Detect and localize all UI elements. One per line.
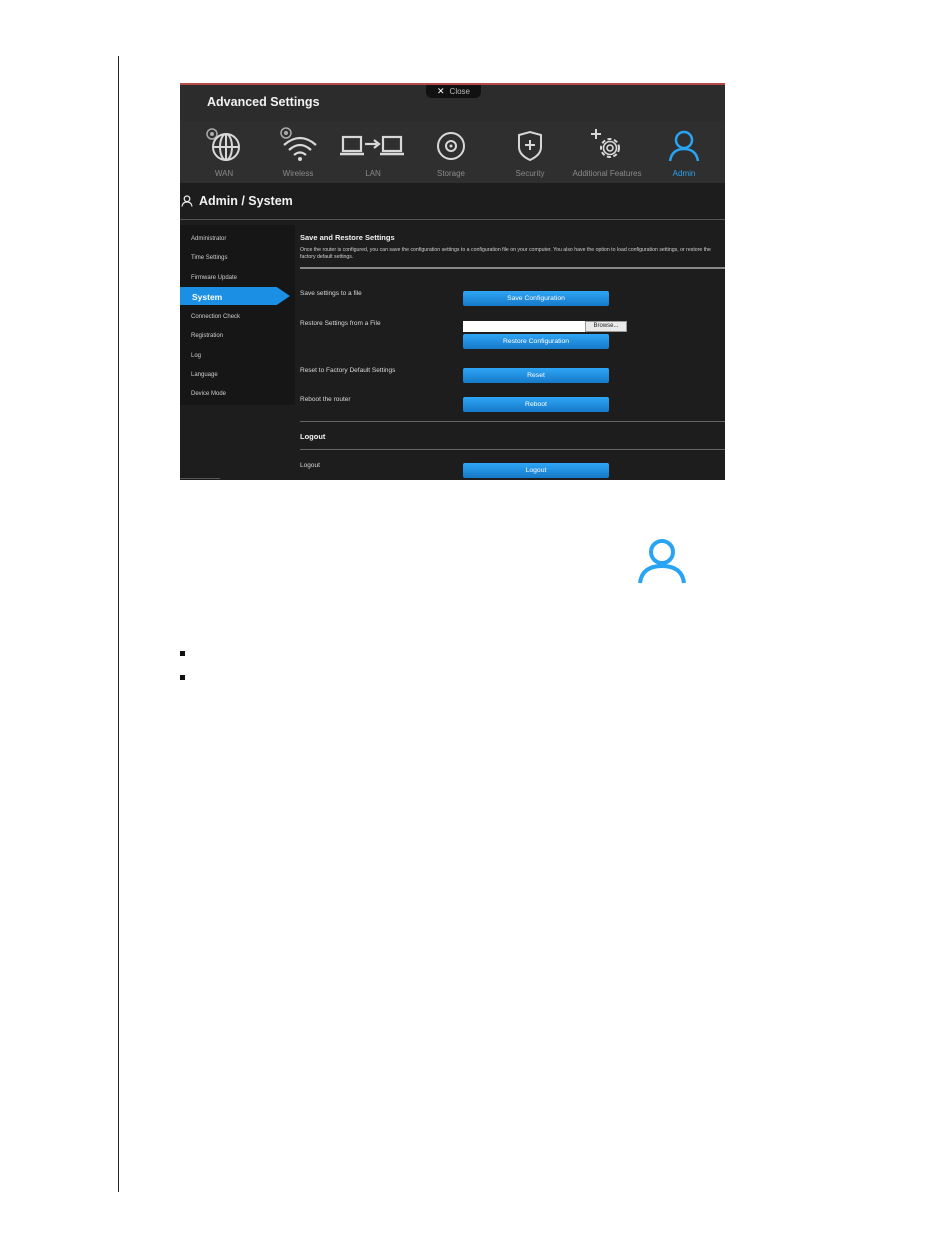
reboot-button[interactable]: Reboot xyxy=(463,397,609,412)
bullet-marker xyxy=(180,651,185,656)
nav-wireless[interactable]: Wireless xyxy=(258,121,338,183)
globe-icon xyxy=(206,128,240,161)
nav-label-storage: Storage xyxy=(436,169,466,178)
nav-security[interactable]: Security xyxy=(490,121,570,183)
logout-label: Logout xyxy=(300,462,320,469)
admin-user-icon xyxy=(638,539,686,584)
router-settings-screenshot: Advanced Settings ✕ Close WAN Wireless L… xyxy=(180,83,725,480)
title-bar: Advanced Settings ✕ Close xyxy=(180,85,725,121)
restore-configuration-button[interactable]: Restore Configuration xyxy=(463,334,609,349)
main-content: Save and Restore Settings Once the route… xyxy=(300,225,725,480)
nav-lan[interactable]: LAN xyxy=(333,121,413,183)
restore-file-input[interactable] xyxy=(463,321,585,332)
close-button[interactable]: ✕ Close xyxy=(426,85,481,98)
footer-copyright-blur: ▁▁▁▁▁▁▁▁▁▁▁▁▁ xyxy=(180,474,220,479)
shield-icon xyxy=(518,130,542,162)
section-divider xyxy=(300,267,725,269)
close-label: Close xyxy=(449,87,470,96)
section-description: Once the router is configured, you can s… xyxy=(300,247,711,260)
section-title-logout: Logout xyxy=(300,432,326,441)
logout-divider-bottom xyxy=(300,449,725,450)
sidebar-item-connection-check[interactable]: Connection Check xyxy=(191,314,240,320)
nav-wan[interactable]: WAN xyxy=(184,121,264,183)
storage-icon xyxy=(437,132,465,160)
nav-additional-features[interactable]: Additional Features xyxy=(567,121,647,183)
nav-label-wan: WAN xyxy=(214,169,234,178)
nav-storage[interactable]: Storage xyxy=(411,121,491,183)
nav-label-admin: Admin xyxy=(672,169,696,178)
nav-label-lan: LAN xyxy=(365,169,381,178)
nav-label-wireless: Wireless xyxy=(282,169,314,178)
sidebar-item-time-settings[interactable]: Time Settings xyxy=(191,255,227,261)
app-title: Advanced Settings xyxy=(207,95,320,109)
breadcrumb: Admin / System xyxy=(180,183,725,220)
sidebar-item-device-mode[interactable]: Device Mode xyxy=(191,391,226,397)
save-settings-label: Save settings to a file xyxy=(300,290,362,297)
close-icon: ✕ xyxy=(437,86,445,96)
logout-button[interactable]: Logout xyxy=(463,463,609,478)
sidebar-item-language[interactable]: Language xyxy=(191,372,218,378)
save-configuration-button[interactable]: Save Configuration xyxy=(463,291,609,306)
sidebar-item-log[interactable]: Log xyxy=(191,353,201,359)
page-margin-rule xyxy=(118,56,119,1192)
sidebar-item-administrator[interactable]: Administrator xyxy=(191,236,226,242)
user-outline-icon xyxy=(181,195,193,207)
sidebar-item-registration[interactable]: Registration xyxy=(191,333,223,339)
wifi-icon xyxy=(280,127,317,161)
logout-divider-top xyxy=(300,421,725,422)
page-title: Admin / System xyxy=(199,194,293,208)
nav-label-security: Security xyxy=(515,169,545,178)
sidebar-item-system[interactable]: System xyxy=(180,287,290,305)
nav-admin[interactable]: Admin xyxy=(644,121,724,183)
bullet-marker xyxy=(180,675,185,680)
top-nav: WAN Wireless LAN Storage Security Additi… xyxy=(180,121,725,183)
sidebar-item-firmware-update[interactable]: Firmware Update xyxy=(191,275,237,281)
sidebar: Administrator Time Settings Firmware Upd… xyxy=(180,225,295,405)
reset-button[interactable]: Reset xyxy=(463,368,609,383)
gear-icon xyxy=(591,129,620,158)
browse-button[interactable]: Browse... xyxy=(585,321,627,332)
restore-settings-label: Restore Settings from a File xyxy=(300,320,381,327)
user-icon xyxy=(668,130,700,162)
lan-icon xyxy=(340,135,404,156)
reboot-router-label: Reboot the router xyxy=(300,396,351,403)
nav-label-additional-features: Additional Features xyxy=(572,169,642,178)
section-title-save-restore: Save and Restore Settings xyxy=(300,233,395,242)
reset-factory-label: Reset to Factory Default Settings xyxy=(300,367,396,374)
